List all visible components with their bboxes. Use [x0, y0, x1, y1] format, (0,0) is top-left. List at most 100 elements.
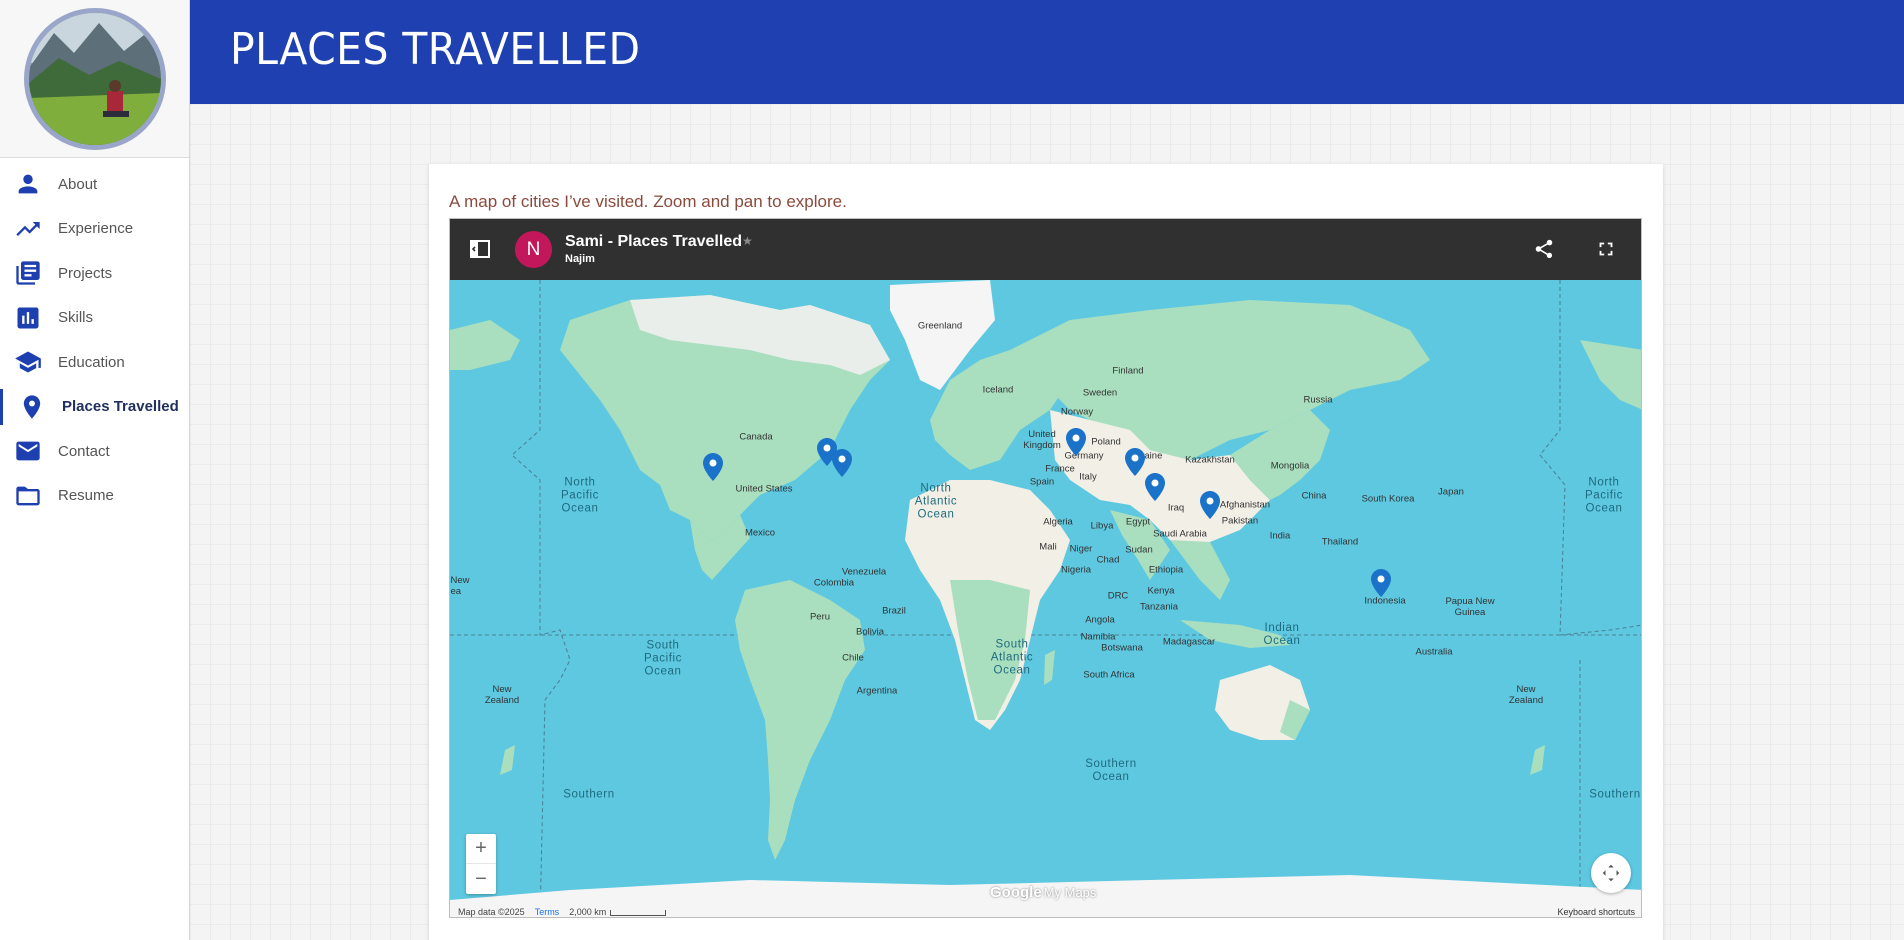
map-label-sweden: Sweden [1082, 387, 1118, 399]
trending-up-icon [14, 214, 44, 244]
sidebar-item-label: Projects [58, 264, 113, 282]
map-label-north-atlantic: North Atlantic Ocean [914, 482, 958, 521]
map-label-italy: Italy [1079, 471, 1097, 483]
location-pin-icon [18, 392, 48, 422]
map-label-brazil: Brazil [882, 605, 906, 617]
map-label-peru: Peru [809, 611, 831, 623]
map-label-australia: Australia [1415, 646, 1453, 658]
sidebar-item-experience[interactable]: Experience [0, 207, 189, 252]
location-pin-icon[interactable] [1066, 428, 1086, 456]
map-label-new-left: New ea [450, 575, 470, 597]
map-embed[interactable]: N Sami - Places Travelled ★ Najim Greenl… [449, 218, 1642, 918]
map-label-north-pacific-east: North Pacific Ocean [1584, 476, 1624, 515]
location-pin-icon[interactable] [1125, 448, 1145, 476]
keyboard-shortcuts-link[interactable]: Keyboard shortcuts [1551, 905, 1641, 917]
google-logo: Google My Maps [990, 884, 1096, 901]
sidebar-nav: About Experience Projects Skills Educati… [0, 158, 189, 518]
map-label-spain: Spain [1029, 476, 1055, 488]
location-pin-icon[interactable] [832, 449, 852, 477]
owner-avatar[interactable]: N [515, 231, 552, 268]
avatar-photo [28, 12, 161, 145]
avatar [23, 7, 166, 150]
sidebar-item-contact[interactable]: Contact [0, 429, 189, 474]
recenter-button[interactable] [1591, 853, 1631, 893]
map-label-nigeria: Nigeria [1060, 564, 1092, 576]
scale-bar [610, 909, 667, 916]
map-label-india: India [1269, 530, 1291, 542]
map-label-new-zealand-west: New Zealand [484, 684, 520, 706]
map-label-france: France [1045, 463, 1075, 475]
map-label-namibia: Namibia [1080, 631, 1116, 643]
sidebar-item-label: Experience [58, 220, 134, 238]
sidebar-item-skills[interactable]: Skills [0, 296, 189, 341]
sidebar-item-resume[interactable]: Resume [0, 474, 189, 519]
map-label-sudan: Sudan [1125, 544, 1153, 556]
sidebar: About Experience Projects Skills Educati… [0, 0, 190, 940]
sidebar-item-about[interactable]: About [0, 162, 189, 207]
map-label-pakistan: Pakistan [1221, 515, 1259, 527]
map-label-southern-ocean: Southern Ocean [1085, 758, 1137, 783]
map-label-angola: Angola [1085, 614, 1115, 626]
map-label-drc: DRC [1107, 590, 1129, 602]
school-icon [14, 347, 44, 377]
location-pin-icon[interactable] [703, 453, 723, 481]
mail-icon [14, 436, 44, 466]
page-title: PLACES TRAVELLED [230, 24, 641, 75]
map-label-afghanistan: Afghanistan [1219, 499, 1271, 511]
map-canvas[interactable]: Greenland Iceland Finland Sweden Norway … [450, 280, 1641, 917]
map-label-thailand: Thailand [1321, 536, 1359, 548]
sidebar-item-education[interactable]: Education [0, 340, 189, 385]
map-toolbar: N Sami - Places Travelled ★ Najim [450, 219, 1641, 280]
share-icon[interactable] [1533, 238, 1555, 260]
location-pin-icon[interactable] [1145, 473, 1165, 501]
map-label-southern-left: Southern [563, 788, 615, 801]
sidebar-item-label: Contact [58, 442, 110, 460]
map-label-norway: Norway [1060, 406, 1094, 418]
map-label-algeria: Algeria [1043, 516, 1073, 528]
map-label-south-korea: South Korea [1361, 493, 1415, 505]
map-label-niger: Niger [1069, 543, 1093, 555]
map-label-new-zealand-east: New Zealand [1508, 684, 1544, 706]
map-label-south-atlantic: South Atlantic Ocean [990, 638, 1034, 677]
map-title[interactable]: Sami - Places Travelled [565, 233, 742, 251]
library-books-icon [14, 258, 44, 288]
arrows-expand-icon [1602, 864, 1620, 882]
bar-chart-icon [14, 303, 44, 333]
zoom-out-button[interactable]: − [466, 864, 496, 894]
map-label-china: China [1301, 490, 1327, 502]
location-pin-icon[interactable] [1371, 569, 1391, 597]
map-label-kenya: Kenya [1147, 585, 1175, 597]
map-label-bolivia: Bolivia [856, 626, 884, 638]
zoom-in-button[interactable]: + [466, 834, 496, 864]
map-label-iceland: Iceland [982, 384, 1014, 396]
map-caption: A map of cities I’ve visited. Zoom and p… [449, 192, 847, 211]
sidebar-item-label: Skills [58, 309, 94, 327]
map-label-japan: Japan [1438, 486, 1464, 498]
side-panel-icon[interactable] [468, 237, 492, 261]
sidebar-item-projects[interactable]: Projects [0, 251, 189, 296]
map-data-credit: Map data ©2025 [458, 907, 525, 917]
fullscreen-icon[interactable] [1595, 238, 1617, 260]
location-pin-icon[interactable] [1200, 491, 1220, 519]
map-label-mexico: Mexico [744, 527, 776, 539]
avatar-container [0, 0, 189, 158]
map-label-ethiopia: Ethiopia [1148, 564, 1184, 576]
map-owner: Najim [565, 253, 595, 265]
map-label-botswana: Botswana [1101, 642, 1143, 654]
map-label-finland: Finland [1112, 365, 1144, 377]
terms-link[interactable]: Terms [535, 907, 560, 917]
sidebar-item-label: Resume [58, 487, 114, 505]
sidebar-item-places-travelled[interactable]: Places Travelled [0, 385, 189, 430]
map-label-chad: Chad [1096, 554, 1120, 566]
map-label-argentina: Argentina [856, 685, 898, 697]
map-label-chile: Chile [842, 652, 864, 664]
map-label-canada: Canada [739, 431, 773, 443]
google-logo-text: Google [990, 884, 1042, 901]
map-label-south-africa: South Africa [1083, 669, 1135, 681]
star-icon[interactable]: ★ [742, 234, 753, 248]
map-label-indonesia: Indonesia [1364, 595, 1406, 607]
map-label-north-pacific-west: North Pacific Ocean [560, 476, 600, 515]
scale-label: 2,000 km [569, 907, 607, 917]
map-label-poland: Poland [1091, 436, 1121, 448]
my-maps-logo-text: My Maps [1043, 885, 1097, 900]
